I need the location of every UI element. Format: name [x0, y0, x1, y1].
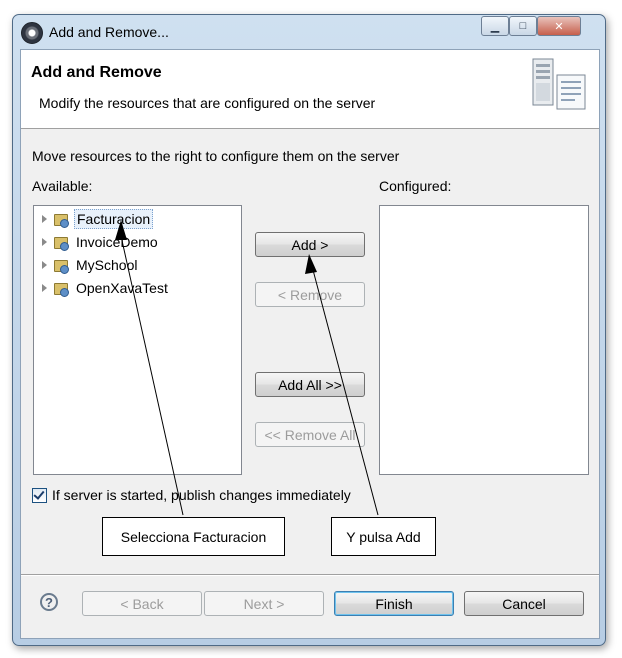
- web-project-icon: [54, 212, 69, 228]
- tree-item-facturacion[interactable]: Facturacion: [38, 209, 154, 229]
- maximize-icon: □: [519, 20, 527, 32]
- expand-arrow-icon[interactable]: [42, 238, 47, 246]
- tree-item-invoicedemo[interactable]: InvoiceDemo: [38, 232, 160, 252]
- publish-checkbox-label: If server is started, publish changes im…: [52, 487, 351, 503]
- minimize-icon: ▁: [490, 20, 500, 33]
- configured-label: Configured:: [379, 178, 452, 194]
- tree-item-openxavatest[interactable]: OpenXavaTest: [38, 278, 170, 298]
- back-button[interactable]: < Back: [82, 591, 202, 616]
- callout-select-facturacion: Selecciona Facturacion: [102, 517, 285, 556]
- help-icon[interactable]: ?: [40, 593, 58, 611]
- maximize-button[interactable]: □: [509, 16, 537, 36]
- instructions-text: Move resources to the right to configure…: [32, 148, 400, 164]
- remove-all-button[interactable]: << Remove All: [255, 422, 365, 447]
- web-project-icon: [54, 281, 69, 297]
- window-title: Add and Remove...: [49, 24, 169, 40]
- add-all-button[interactable]: Add All >>: [255, 372, 365, 397]
- cancel-button[interactable]: Cancel: [464, 591, 584, 616]
- publish-option[interactable]: If server is started, publish changes im…: [32, 487, 351, 503]
- publish-checkbox[interactable]: [32, 487, 47, 503]
- web-project-icon: [54, 235, 69, 251]
- tree-item-myschool[interactable]: MySchool: [38, 255, 139, 275]
- close-icon: ✕: [554, 20, 564, 33]
- tree-item-label: MySchool: [76, 257, 138, 273]
- remove-button[interactable]: < Remove: [255, 282, 365, 307]
- footer-separator: [21, 574, 599, 576]
- server-icon: [532, 58, 586, 110]
- expand-arrow-icon[interactable]: [42, 261, 47, 269]
- add-remove-dialog: Add and Remove... ▁ □ ✕ Add and Remove M…: [12, 14, 606, 646]
- minimize-button[interactable]: ▁: [481, 16, 509, 36]
- title-bar[interactable]: Add and Remove... ▁ □ ✕: [13, 15, 605, 49]
- eclipse-app-icon: [21, 22, 43, 44]
- banner-title: Add and Remove: [31, 64, 162, 81]
- finish-button[interactable]: Finish: [334, 591, 454, 616]
- wizard-banner: Add and Remove Modify the resources that…: [21, 50, 599, 129]
- available-label: Available:: [32, 178, 93, 194]
- close-button[interactable]: ✕: [537, 16, 581, 36]
- banner-description: Modify the resources that are configured…: [39, 95, 376, 111]
- expand-arrow-icon[interactable]: [42, 284, 47, 292]
- add-button[interactable]: Add >: [255, 232, 365, 257]
- available-tree[interactable]: Facturacion InvoiceDemo MySchool OpenXav…: [33, 205, 242, 475]
- expand-arrow-icon[interactable]: [42, 215, 47, 223]
- configured-tree[interactable]: [379, 205, 589, 475]
- tree-item-label: Facturacion: [74, 209, 154, 229]
- dialog-body: Add and Remove Modify the resources that…: [20, 49, 600, 639]
- callout-press-add: Y pulsa Add: [331, 517, 436, 556]
- next-button[interactable]: Next >: [204, 591, 324, 616]
- checkmark-icon: [33, 487, 45, 500]
- tree-item-label: InvoiceDemo: [76, 234, 158, 250]
- web-project-icon: [54, 258, 69, 274]
- tree-item-label: OpenXavaTest: [76, 280, 168, 296]
